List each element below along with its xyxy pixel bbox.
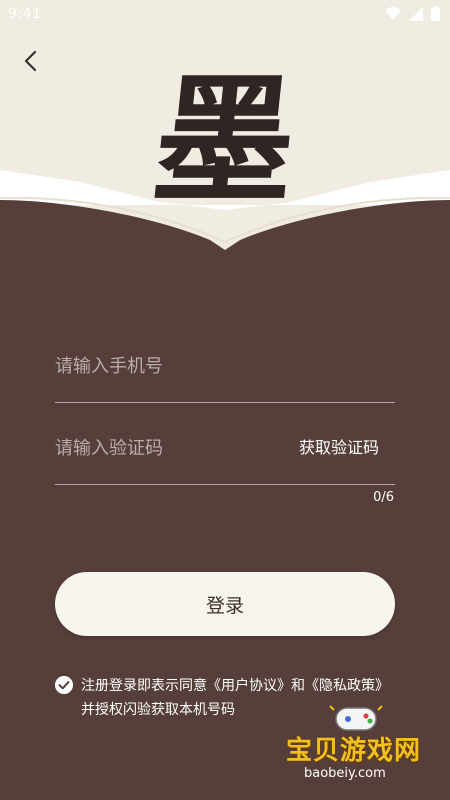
login-button[interactable]: 登录 [55, 572, 395, 636]
status-icons [385, 6, 440, 21]
back-arrow-icon[interactable] [18, 48, 44, 74]
signal-icon [409, 6, 423, 21]
watermark-name: 宝贝游戏网 [286, 736, 422, 766]
wifi-icon [385, 6, 401, 20]
agreement-checkbox-icon[interactable] [55, 676, 73, 694]
brand-logo: 墨 [146, 59, 304, 223]
status-time: 9:41 [8, 6, 42, 22]
agreement-and: 和 [291, 678, 305, 694]
watermark-url: baobeiy.com [304, 766, 386, 781]
code-counter: 0/6 [373, 490, 394, 505]
code-input[interactable]: 请输入验证码 [55, 434, 163, 460]
header-area: 墨 [0, 0, 450, 250]
user-agreement-link[interactable]: 《用户协议》 [207, 678, 291, 694]
gamepad-icon [329, 705, 383, 731]
battery-icon [431, 6, 440, 21]
phone-field[interactable]: 请输入手机号 [55, 322, 395, 403]
agreement-suffix: 并授权闪验获取本机号码 [81, 702, 235, 718]
watermark: 宝贝游戏网 baobeiy.com [286, 700, 426, 790]
get-code-button[interactable]: 获取验证码 [299, 434, 379, 458]
status-bar: 9:41 [0, 0, 450, 30]
privacy-policy-link[interactable]: 《隐私政策》 [305, 678, 389, 694]
agreement-prefix: 注册登录即表示同意 [81, 678, 207, 694]
code-field[interactable]: 请输入验证码 获取验证码 [55, 404, 395, 485]
phone-input[interactable]: 请输入手机号 [55, 352, 163, 378]
